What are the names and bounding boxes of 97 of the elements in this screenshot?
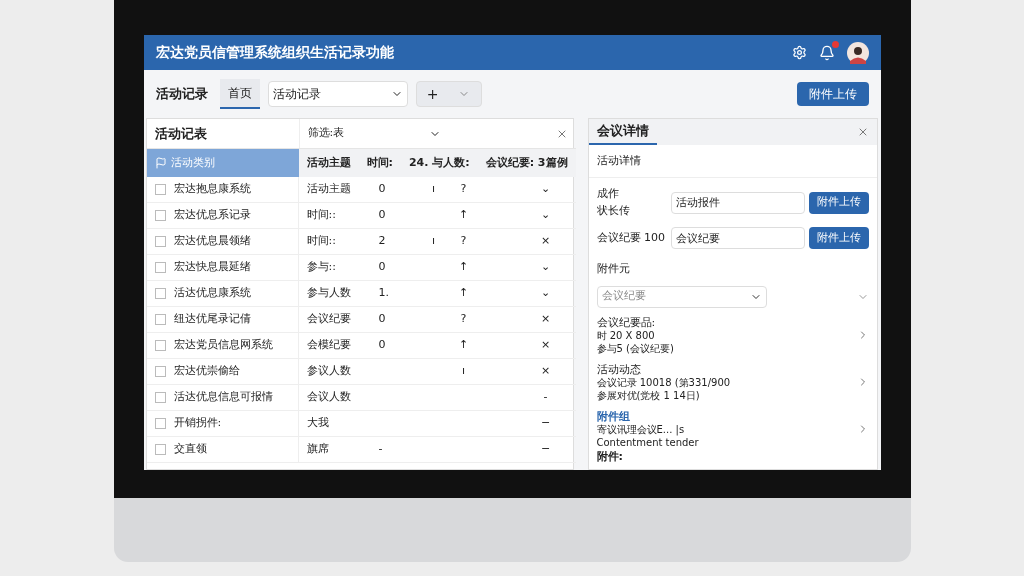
input-field[interactable]: 会议纪要 [670, 227, 805, 249]
row-checkbox[interactable] [154, 210, 166, 221]
item-title: 活动动态 [596, 362, 642, 376]
table-cell-text: 活动主题 [305, 181, 352, 198]
table-cell-text: 会模纪要 [305, 337, 352, 354]
add-button[interactable]: + [415, 81, 482, 107]
table-cell-text: 参与人数 [305, 285, 352, 302]
input-field[interactable]: 活动报件 [670, 191, 805, 214]
record-name: 活达优息信息可报情 [173, 389, 273, 406]
record-name: 宏达抱息康系统 [173, 181, 251, 198]
record-name: 宏达快息晨延绪 [173, 259, 251, 276]
row-action[interactable]: − [515, 441, 576, 458]
table-cell-text: ? [459, 233, 468, 250]
avatar-icon[interactable] [846, 41, 869, 64]
item-title: 附件组 [596, 409, 631, 423]
record-select[interactable]: 活动记录 [267, 81, 408, 107]
table-cell-text: ↑ [457, 285, 470, 302]
item-title: 会议纪要品: [596, 315, 657, 329]
record-name: 宏达优息晨领绪 [173, 233, 251, 250]
table-cell-text: ↑ [457, 259, 470, 276]
table-cell-text: 0 [378, 181, 387, 198]
table-cell-text: ↑ [457, 207, 470, 224]
table-cell-text: 0 [378, 259, 387, 276]
row-action[interactable]: ⌄ [515, 207, 576, 224]
upload-button[interactable]: 附件上传 [808, 191, 869, 214]
table-cell-text: ? [459, 311, 468, 328]
summary-text: 时间: [365, 154, 394, 171]
row-action[interactable]: − [515, 415, 576, 432]
field-label: 状长传 [596, 202, 631, 219]
item-text: 参与5 (会议纪要) [596, 341, 675, 355]
table-cell-text: 大我 [305, 415, 330, 432]
field-label: 附件元 [595, 261, 631, 277]
row-checkbox[interactable] [154, 262, 166, 273]
tab[interactable]: 首页 [219, 79, 260, 109]
row-action[interactable]: ⌄ [515, 285, 576, 302]
filter-select[interactable]: 筛选:表 [298, 119, 449, 148]
record-name: 宏达优崇偷给 [173, 363, 240, 380]
app-title: 宏达党员信管理系统组织生活记录功能 [155, 43, 395, 62]
row-action[interactable]: × [515, 233, 576, 250]
row-checkbox[interactable] [154, 184, 166, 195]
panel-title: 活动记表 [153, 124, 208, 143]
record-name: 宏达党员信息网系统 [173, 337, 273, 354]
table-cell-text: 时间:: [305, 233, 337, 250]
summary-text: 24. 与人数: [407, 154, 471, 171]
field-label: 成作 [596, 186, 620, 202]
table-cell-text: 会议纪要 [305, 311, 352, 328]
row-checkbox[interactable] [154, 340, 166, 351]
footer-label: 附件: [595, 448, 624, 465]
row-checkbox[interactable] [154, 288, 166, 299]
field-label: 会议纪要 100 [596, 229, 666, 246]
table-cell-text: ? [459, 181, 468, 198]
row-action[interactable]: × [515, 363, 576, 380]
row-checkbox[interactable] [154, 366, 166, 377]
record-name: 交直领 [173, 441, 207, 458]
record-name: 开销拐件: [173, 415, 222, 432]
table-cell-text: 会议人数 [305, 389, 352, 406]
table-cell-text: 时间:: [305, 207, 337, 224]
item-text: 参展对优(党校 1 14日) [596, 388, 701, 402]
upload-button[interactable]: 附件上传 [808, 227, 869, 249]
item-text: 寄议讯理会议E... |s [596, 422, 686, 436]
row-action[interactable]: ⌄ [515, 259, 576, 276]
table-cell-text: ↑ [457, 337, 470, 354]
table-cell-text: 0 [378, 337, 387, 354]
settings-icon[interactable] [791, 45, 807, 60]
row-action[interactable]: × [515, 311, 576, 328]
summary-text: 会议纪要: 3篇例 [484, 154, 569, 171]
minutes-select[interactable]: 会议纪要 [596, 285, 767, 308]
table-cell-text: 1. [378, 285, 390, 302]
row-checkbox[interactable] [154, 418, 166, 429]
row-checkbox[interactable] [154, 236, 166, 247]
row-checkbox[interactable] [154, 444, 166, 455]
table-cell-text: 参与:: [305, 259, 337, 276]
item-text: 会议记录 10018 (第331/900 [596, 375, 732, 389]
table-cell-text: 旗席 [305, 441, 330, 458]
record-name: 活达优息康系统 [173, 285, 251, 302]
table-cell-text: 参议人数 [305, 363, 352, 380]
row-action[interactable]: × [515, 337, 576, 354]
table-cell-text: - [378, 441, 384, 458]
table-cell-text: ı [430, 233, 437, 250]
table-cell-text: 0 [378, 311, 387, 328]
page-label: 活动记录 [155, 85, 208, 104]
flag-icon [154, 157, 167, 169]
record-name: 宏达优息系记录 [173, 207, 251, 224]
item-text: Contentment tender [596, 436, 700, 449]
row-checkbox[interactable] [154, 392, 166, 403]
record-name: 纽达优尾录记倩 [173, 311, 251, 328]
upload-button[interactable]: 附件上传 [796, 82, 869, 106]
table-cell-text: ı [430, 181, 437, 198]
row-checkbox[interactable] [154, 314, 166, 325]
summary-text: 活动主题 [305, 154, 352, 171]
item-text: 时 20 X 800 [596, 328, 656, 342]
row-action[interactable]: - [515, 389, 576, 406]
table-cell-text: 0 [378, 207, 387, 224]
row-action[interactable]: ⌄ [515, 181, 576, 198]
section-title: 活动详情 [588, 144, 877, 178]
table-cell-text: 2 [378, 233, 387, 250]
table-cell-text: ı [460, 363, 467, 380]
